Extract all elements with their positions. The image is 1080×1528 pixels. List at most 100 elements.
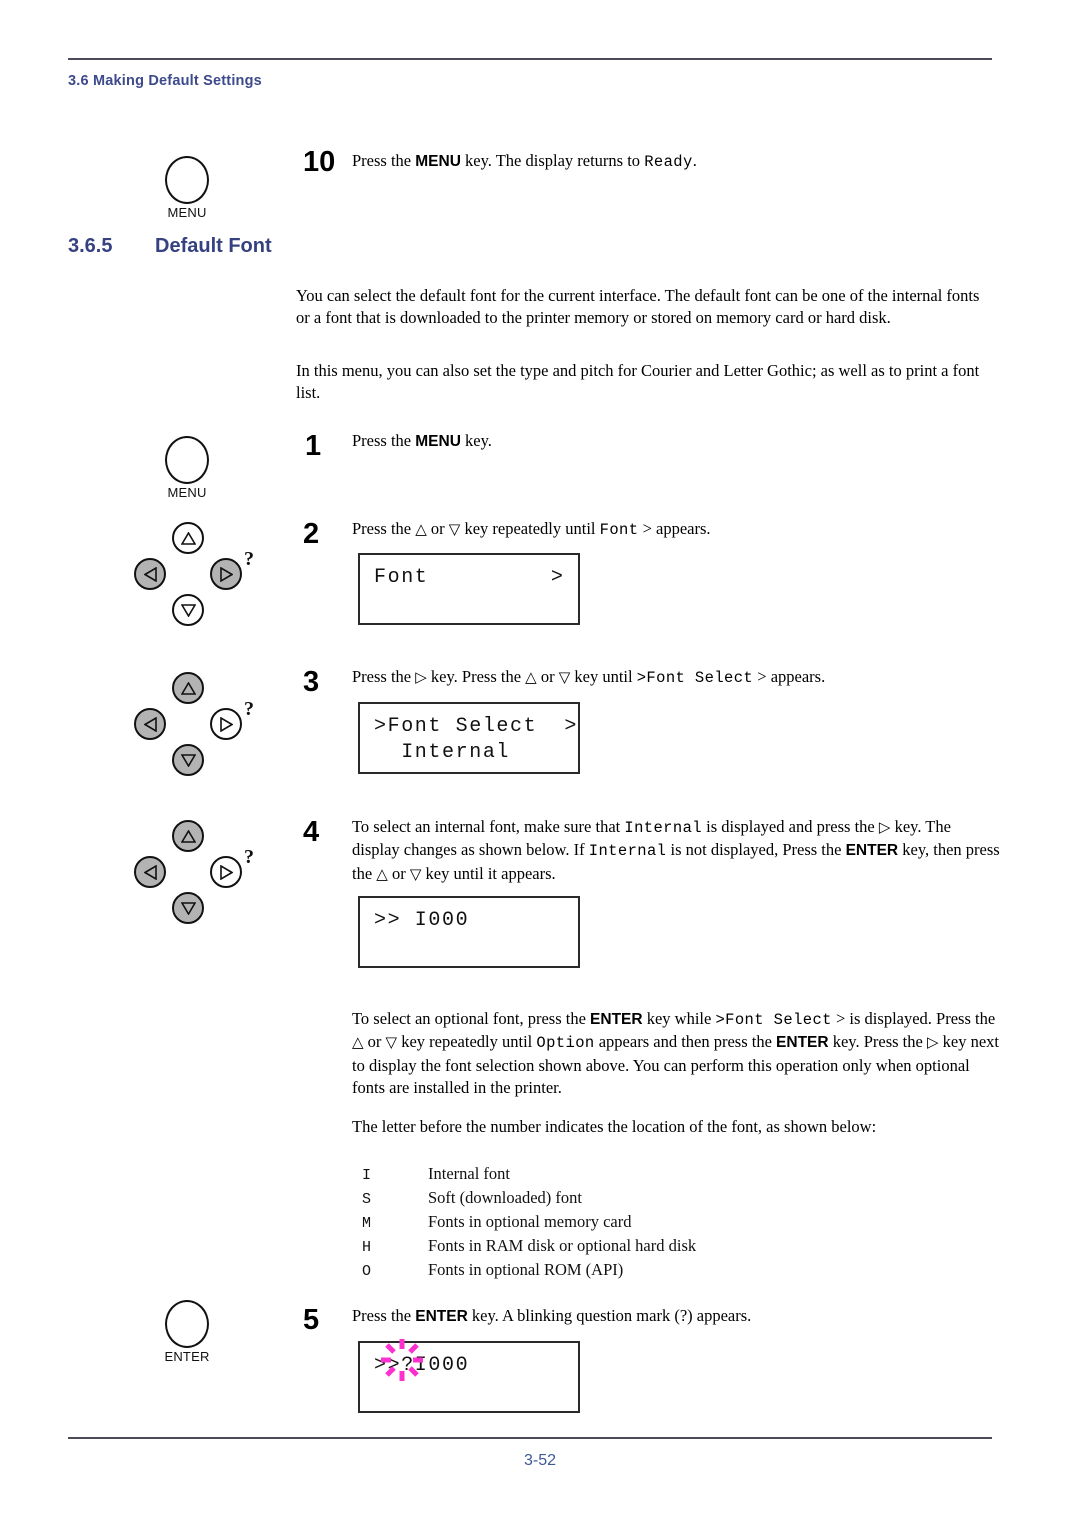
right-arrow-key-icon: [210, 856, 242, 888]
enter-key-illustration-step5: ENTER: [159, 1300, 215, 1364]
step-5-text: Press the ENTER key. A blinking question…: [352, 1305, 1000, 1328]
step10-text-c: .: [692, 151, 697, 170]
step10-menu-keyword: MENU: [415, 153, 461, 170]
up-triangle-glyph-icon: △: [376, 866, 388, 883]
up-arrow-key-icon: [172, 820, 204, 852]
manual-page: 3.6 Making Default Settings MENU 10 Pres…: [0, 0, 1080, 1528]
opt-b: key while: [642, 1009, 716, 1028]
header-divider: [68, 58, 992, 60]
enter-key-label: ENTER: [164, 1349, 210, 1364]
step3-text-b: key. Press the: [426, 667, 526, 686]
step-number-1: 1: [305, 430, 322, 462]
menu-key-illustration-step1: MENU: [159, 436, 215, 500]
step-3-text: Press the ▷ key. Press the △ or ▽ key un…: [352, 666, 1012, 689]
code-letter: S: [362, 1191, 372, 1208]
step5-enter-keyword: ENTER: [415, 1308, 468, 1325]
step3-text-c: or: [536, 667, 559, 686]
lcd-line-2: Internal: [374, 741, 511, 764]
step4-l3b: or: [387, 863, 410, 883]
font-location-code-table: I Internal font S Soft (downloaded) font…: [362, 1164, 922, 1284]
step1-text-a: Press the: [352, 431, 416, 450]
step-number-2: 2: [303, 518, 320, 550]
opt-d: or: [363, 1032, 386, 1052]
step-10-text: Press the MENU key. The display returns …: [352, 150, 992, 173]
question-mark-icon: ?: [244, 698, 254, 720]
step4-l1a: To select an internal font, make sure th…: [352, 817, 625, 836]
lcd-line-1: Font >: [374, 566, 565, 589]
step4-l1b: is displayed and press the: [702, 817, 879, 836]
step5-text-b: key. A blinking question mark (?) appear…: [467, 1306, 752, 1325]
step5-text-a: Press the: [352, 1306, 416, 1325]
lcd-panel-step4: >> I000: [358, 896, 580, 968]
page-title: Default Font: [155, 235, 272, 257]
step10-text-b: key. The display returns to: [460, 151, 645, 170]
menu-key-illustration-step10: MENU: [159, 156, 215, 220]
opt-enter-keyword-1: ENTER: [590, 1011, 643, 1028]
opt-enter-keyword-2: ENTER: [776, 1034, 829, 1052]
code-letter: O: [362, 1263, 372, 1280]
lcd-line-1: >> I000: [374, 909, 470, 932]
intro-paragraph-2: In this menu, you can also set the type …: [296, 361, 980, 403]
step3-text-a: Press the: [352, 667, 416, 686]
up-arrow-key-icon: [172, 672, 204, 704]
up-triangle-glyph-icon: △: [415, 522, 427, 538]
step3-text-d: key until: [570, 667, 637, 686]
step-2-text: Press the △ or ▽ key repeatedly until Fo…: [352, 518, 992, 541]
right-arrow-key-icon: [210, 708, 242, 740]
step10-ready-mono: Ready: [644, 153, 693, 171]
opt-font-select-mono: >Font Select: [715, 1011, 832, 1029]
code-description: Soft (downloaded) font: [428, 1188, 582, 1207]
step-number-10: 10: [303, 146, 336, 178]
footer-divider: [68, 1437, 992, 1439]
down-triangle-glyph-icon: ▽: [558, 670, 571, 686]
step4-l2b: is not displayed, Press the: [666, 840, 846, 860]
opt-option-mono: Option: [536, 1034, 595, 1053]
lcd-line-1: >Font Select >: [374, 715, 579, 738]
right-triangle-glyph-icon: ▷: [415, 670, 427, 686]
up-triangle-glyph-icon: △: [352, 1035, 364, 1052]
table-row: O Fonts in optional ROM (API): [362, 1260, 922, 1284]
code-letter: H: [362, 1239, 372, 1256]
code-description: Fonts in optional ROM (API): [428, 1260, 624, 1279]
step4-internal-mono-1: Internal: [624, 819, 702, 837]
lcd-panel-step3: >Font Select > Internal: [358, 702, 580, 774]
menu-key-label: MENU: [167, 205, 207, 220]
step1-menu-keyword: MENU: [415, 433, 461, 450]
step3-text-e: > appears.: [753, 667, 826, 686]
lcd-panel-step5: >>?I000: [358, 1341, 580, 1413]
table-row: H Fonts in RAM disk or optional hard dis…: [362, 1236, 922, 1260]
table-row: I Internal font: [362, 1164, 922, 1188]
arrow-key-cluster-step3: ?: [126, 672, 256, 780]
step1-text-b: key.: [460, 431, 492, 450]
arrow-key-cluster-step4: ?: [126, 820, 256, 928]
step10-text-a: Press the: [352, 151, 416, 170]
step2-text-d: > appears.: [638, 519, 711, 538]
step4-l1c: key.: [890, 817, 922, 836]
down-triangle-glyph-icon: ▽: [385, 1035, 398, 1052]
right-arrow-key-icon: [210, 558, 242, 590]
right-triangle-glyph-icon: ▷: [926, 1035, 939, 1052]
table-row: S Soft (downloaded) font: [362, 1188, 922, 1212]
letter-table-intro: The letter before the number indicates t…: [352, 1117, 877, 1136]
step-4-text: To select an internal font, make sure th…: [352, 816, 1000, 885]
right-triangle-glyph-icon: ▷: [878, 820, 891, 836]
left-arrow-key-icon: [134, 708, 166, 740]
step-number-5: 5: [303, 1304, 320, 1336]
enter-key-circle-icon: [165, 1300, 209, 1348]
step2-text-a: Press the: [352, 519, 416, 538]
opt-a: To select an optional font, press the: [352, 1009, 591, 1028]
down-triangle-glyph-icon: ▽: [409, 866, 422, 883]
step2-text-b: or: [426, 519, 449, 538]
code-letter: M: [362, 1215, 372, 1232]
question-mark-icon: ?: [244, 548, 254, 570]
down-arrow-key-icon: [172, 594, 204, 626]
question-mark-icon: ?: [244, 846, 254, 868]
down-arrow-key-icon: [172, 892, 204, 924]
running-head: 3.6 Making Default Settings: [68, 73, 262, 89]
code-description: Fonts in optional memory card: [428, 1212, 632, 1231]
section-number: 3.6.5: [68, 235, 113, 257]
opt-f: appears and then press the: [594, 1032, 777, 1052]
table-row: M Fonts in optional memory card: [362, 1212, 922, 1236]
lcd-panel-step2: Font >: [358, 553, 580, 625]
down-triangle-glyph-icon: ▽: [448, 522, 461, 538]
